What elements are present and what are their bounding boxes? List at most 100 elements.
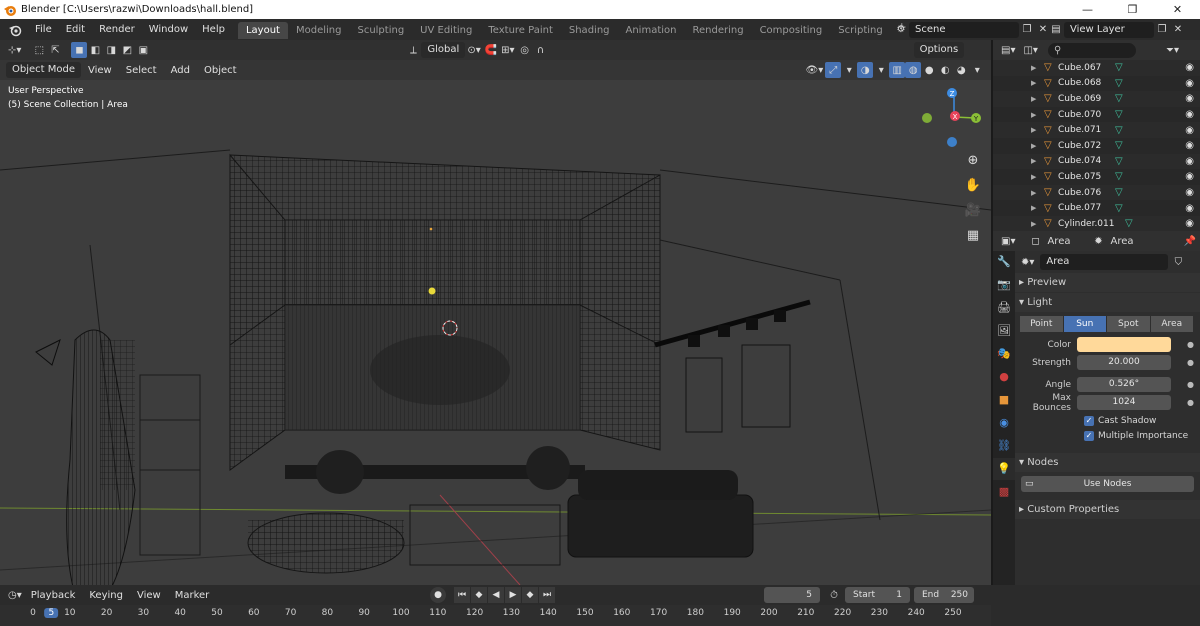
- tab-compositing[interactable]: Compositing: [752, 22, 831, 39]
- expand-arrow-icon[interactable]: ▶: [1031, 189, 1036, 197]
- expand-arrow-icon[interactable]: ▶: [1031, 157, 1036, 165]
- view-layer-field[interactable]: View Layer: [1064, 21, 1154, 38]
- tab-modeling[interactable]: Modeling: [288, 22, 350, 39]
- shading-solid-icon[interactable]: ●: [921, 62, 937, 78]
- current-frame-indicator[interactable]: 5: [44, 608, 59, 618]
- light-tab-icon[interactable]: 💡: [993, 458, 1015, 480]
- snap-icon[interactable]: 🧲: [483, 42, 499, 58]
- scene-tab-icon[interactable]: 🎭: [993, 343, 1015, 365]
- custom-properties-panel-header[interactable]: ▸ Custom Properties: [1015, 500, 1200, 519]
- tool-tab-icon[interactable]: 🔧: [993, 251, 1015, 273]
- outliner-search-input[interactable]: ⚲: [1047, 42, 1136, 58]
- outliner-row[interactable]: ▶ ▽ Cube.071 ▽ ◉: [993, 122, 1200, 138]
- maximize-button[interactable]: ❐: [1110, 0, 1155, 19]
- xray-icon[interactable]: ▥: [889, 62, 906, 78]
- new-scene-icon[interactable]: ❐: [1019, 22, 1035, 38]
- select-mode-intersect-icon[interactable]: ▣: [135, 42, 151, 58]
- outliner-row[interactable]: ▶ ▽ Cube.068 ▽ ◉: [993, 76, 1200, 92]
- shading-wireframe-icon[interactable]: ◍: [905, 62, 922, 78]
- outliner-row[interactable]: ▶ ▽ Cube.069 ▽ ◉: [993, 91, 1200, 107]
- pivot-point-icon[interactable]: ⊙▾: [465, 42, 482, 58]
- scene-name-field[interactable]: Scene: [909, 21, 1019, 38]
- proportional-edit-icon[interactable]: ◎: [517, 42, 533, 58]
- tab-shading[interactable]: Shading: [561, 22, 618, 39]
- visibility-eye-icon[interactable]: ◉: [1185, 109, 1194, 120]
- multiple-importance-checkbox[interactable]: ✓ Multiple Importance: [1084, 428, 1200, 443]
- new-view-layer-icon[interactable]: ❐: [1154, 22, 1170, 38]
- light-datablock-field[interactable]: Area: [1040, 254, 1169, 270]
- visibility-eye-icon[interactable]: ◉: [1185, 203, 1194, 214]
- tab-texture-paint[interactable]: Texture Paint: [480, 22, 561, 39]
- visibility-eye-icon[interactable]: ◉: [1185, 78, 1194, 89]
- overlay-dropdown-icon[interactable]: ▾: [873, 62, 889, 78]
- snap-target-icon[interactable]: ⊞▾: [499, 42, 516, 58]
- mesh-data-icon[interactable]: ▽: [1115, 156, 1123, 167]
- object-tab-icon[interactable]: ■: [993, 389, 1015, 411]
- expand-arrow-icon[interactable]: ▶: [1031, 173, 1036, 181]
- render-tab-icon[interactable]: 📷: [993, 274, 1015, 296]
- select-tool-icon[interactable]: ⬚: [31, 42, 47, 58]
- 3d-viewport[interactable]: ⊹▾ ⬚ ⇱ ◼ ◧ ◨ ◩ ▣ ⟂ Global ⊙▾ 🧲 ⊞▾ ◎ ∩ Op…: [0, 40, 991, 585]
- visibility-eye-icon[interactable]: ◉: [1185, 156, 1194, 167]
- tab-scripting[interactable]: Scripting: [830, 22, 890, 39]
- display-mode-icon[interactable]: ◫▾: [1021, 42, 1039, 58]
- editor-type-icon[interactable]: ⊹▾: [6, 42, 23, 58]
- gizmo-neg-z-icon[interactable]: [947, 137, 957, 147]
- view-layer-icon[interactable]: ▤: [1048, 22, 1064, 38]
- expand-arrow-icon[interactable]: ▶: [1031, 204, 1036, 212]
- play-icon[interactable]: ▶: [505, 587, 521, 603]
- outliner-row[interactable]: ▶ ▽ Cube.070 ▽ ◉: [993, 107, 1200, 123]
- timeline-menu-keying[interactable]: Keying: [82, 585, 130, 606]
- mesh-data-icon[interactable]: ▽: [1115, 140, 1123, 151]
- tweak-tool-icon[interactable]: ⇱: [47, 42, 63, 58]
- start-frame-field[interactable]: Start 1: [845, 587, 910, 603]
- gizmo-toggle-icon[interactable]: ⤢: [825, 62, 842, 78]
- viewport-menu-select[interactable]: Select: [119, 60, 164, 81]
- viewport-menu-object[interactable]: Object: [197, 60, 244, 81]
- perspective-toggle-icon[interactable]: ▦: [962, 225, 984, 247]
- end-frame-field[interactable]: End 250: [914, 587, 974, 603]
- options-dropdown[interactable]: Options: [913, 42, 965, 58]
- menu-window[interactable]: Window: [142, 19, 195, 40]
- keyframe-dot-icon[interactable]: ●: [1187, 398, 1194, 407]
- gizmo-neg-y-icon[interactable]: [922, 113, 932, 123]
- mesh-data-icon[interactable]: ▽: [1125, 218, 1133, 229]
- camera-view-icon[interactable]: 🎥: [962, 200, 984, 222]
- scene-icon[interactable]: ⚙: [893, 22, 909, 38]
- viewport-menu-add[interactable]: Add: [164, 60, 197, 81]
- use-nodes-button[interactable]: ▭ Use Nodes: [1021, 476, 1194, 492]
- timeline-menu-playback[interactable]: Playback: [24, 585, 83, 606]
- visibility-icon[interactable]: 👁▾: [804, 62, 826, 78]
- visibility-eye-icon[interactable]: ◉: [1185, 140, 1194, 151]
- tab-uv-editing[interactable]: UV Editing: [412, 22, 480, 39]
- transform-orientation-dropdown[interactable]: Global: [421, 42, 466, 58]
- mesh-data-icon[interactable]: ▽: [1115, 125, 1123, 136]
- visibility-eye-icon[interactable]: ◉: [1185, 218, 1194, 229]
- light-type-spot[interactable]: Spot: [1107, 316, 1151, 332]
- timeline-ruler[interactable]: 0 5 10 20 30 40 50 60 70 80 90 100 110 120 130 140 150 16…: [0, 605, 991, 626]
- tab-layout[interactable]: Layout: [237, 22, 288, 39]
- light-type-area[interactable]: Area: [1150, 316, 1194, 332]
- close-button[interactable]: ✕: [1155, 0, 1200, 19]
- expand-arrow-icon[interactable]: ▶: [1031, 142, 1036, 150]
- expand-arrow-icon[interactable]: ▶: [1031, 79, 1036, 87]
- object-mode-dropdown[interactable]: Object Mode: [6, 62, 81, 78]
- constraints-tab-icon[interactable]: ⛓: [993, 435, 1015, 457]
- select-mode-subtract-icon[interactable]: ◨: [103, 42, 119, 58]
- mesh-data-icon[interactable]: ▽: [1115, 109, 1123, 120]
- shading-material-icon[interactable]: ◐: [937, 62, 953, 78]
- viewport-menu-view[interactable]: View: [81, 60, 119, 81]
- outliner-row[interactable]: ▶ ▽ Cube.074 ▽ ◉: [993, 153, 1200, 170]
- select-mode-extend-icon[interactable]: ◧: [87, 42, 103, 58]
- menu-edit[interactable]: Edit: [59, 19, 92, 40]
- mesh-data-icon[interactable]: ▽: [1115, 187, 1123, 198]
- expand-arrow-icon[interactable]: ▶: [1031, 126, 1036, 134]
- prev-keyframe-icon[interactable]: ◆: [471, 587, 487, 603]
- outliner-row[interactable]: ▶ ▽ Cube.075 ▽ ◉: [993, 169, 1200, 185]
- falloff-icon[interactable]: ∩: [533, 42, 549, 58]
- next-keyframe-icon[interactable]: ◆: [522, 587, 538, 603]
- output-tab-icon[interactable]: 🖨: [993, 297, 1015, 319]
- tab-animation[interactable]: Animation: [618, 22, 685, 39]
- properties-editor-icon[interactable]: ▣▾: [999, 233, 1017, 249]
- physics-tab-icon[interactable]: ◉: [993, 412, 1015, 434]
